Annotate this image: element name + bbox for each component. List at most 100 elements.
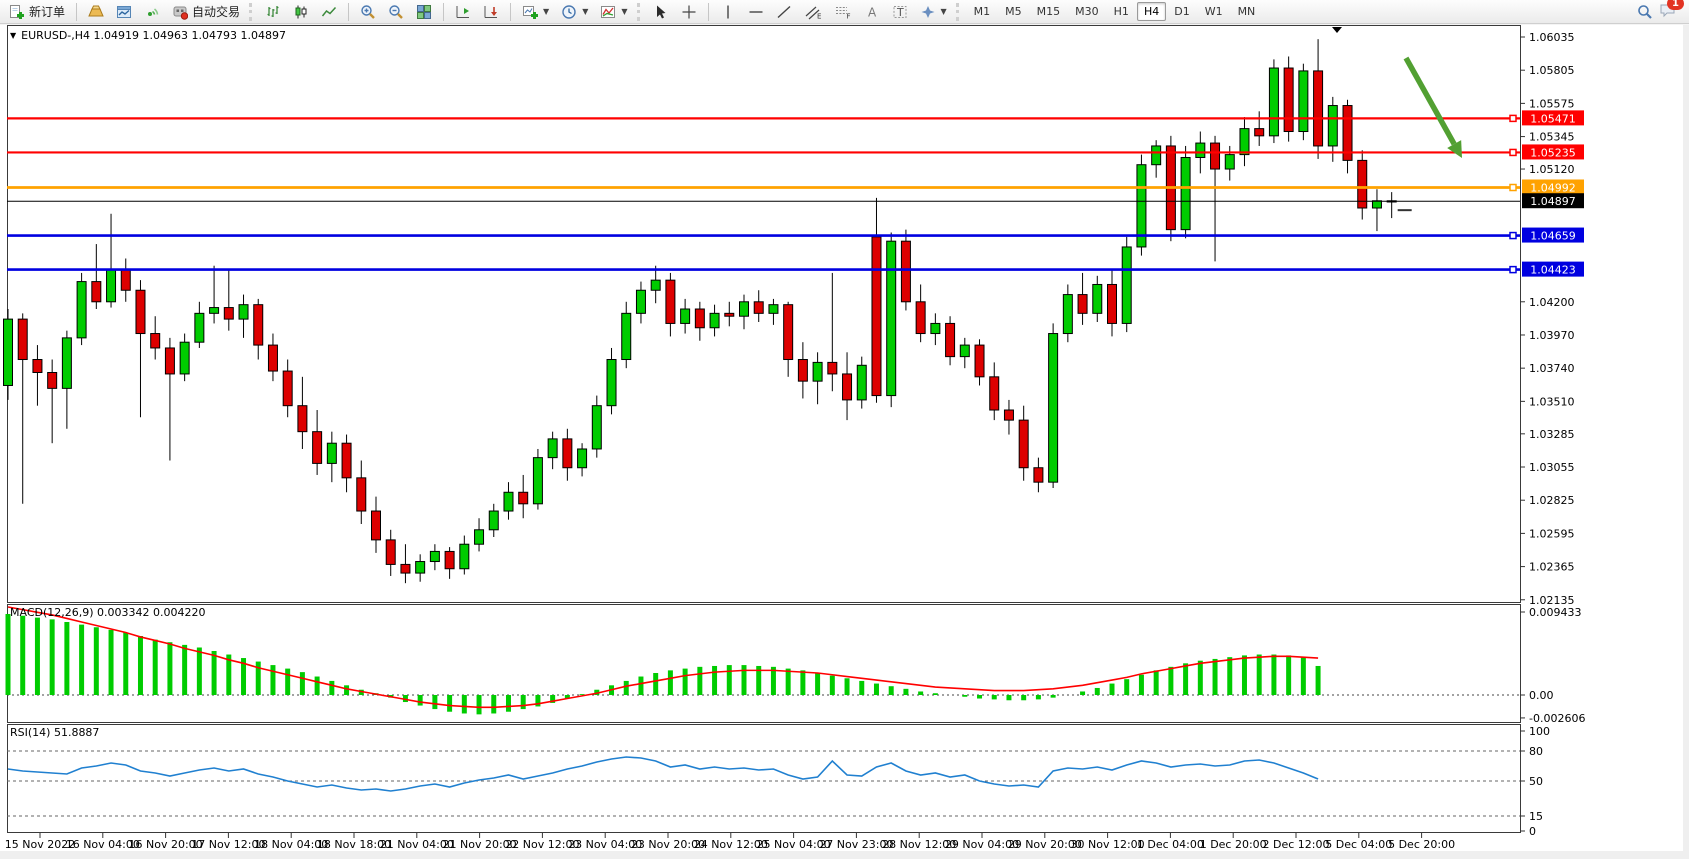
svg-text:50: 50 [1529, 775, 1543, 788]
zoom-in-icon [360, 4, 376, 20]
new-chart-dropdown[interactable]: ▼ [517, 1, 554, 23]
svg-text:1.05575: 1.05575 [1529, 97, 1575, 110]
svg-text:1 Dec 20:00: 1 Dec 20:00 [1200, 838, 1267, 851]
separator [348, 3, 349, 21]
vline-tool[interactable] [715, 1, 741, 23]
toolbar-right: 1 [1637, 2, 1685, 22]
svg-text:1.02595: 1.02595 [1529, 527, 1575, 540]
candlestick-button[interactable] [288, 1, 314, 23]
chevron-down-icon: ▼ [621, 7, 627, 16]
search-icon[interactable] [1637, 4, 1653, 20]
cursor-tool[interactable] [648, 1, 674, 23]
svg-text:1.03285: 1.03285 [1529, 428, 1575, 441]
timeframe-h4[interactable]: H4 [1137, 2, 1166, 21]
notification-badge: 1 [1667, 0, 1684, 10]
arrows-dropdown[interactable]: ▼ [915, 1, 952, 23]
equidistant-channel-icon: E [804, 4, 822, 20]
svg-text:80: 80 [1529, 745, 1543, 758]
gold-icon [88, 4, 104, 20]
svg-text:1.03970: 1.03970 [1529, 329, 1575, 342]
text-tool[interactable]: A [859, 1, 885, 23]
macd-indicator-label: MACD(12,26,9) 0.003342 0.004220 [10, 606, 206, 619]
new-order-button[interactable]: 新订单 [4, 1, 70, 23]
timeframe-m30[interactable]: M30 [1068, 2, 1106, 21]
svg-text:1.04423: 1.04423 [1530, 264, 1576, 277]
svg-text:1 Dec 04:00: 1 Dec 04:00 [1137, 838, 1204, 851]
tile-windows-button[interactable] [411, 1, 437, 23]
zoom-in-button[interactable] [355, 1, 381, 23]
autotrading-button[interactable]: 自动交易 [167, 1, 245, 23]
chart-canvas[interactable]: 1.060351.058051.055751.053451.051201.042… [0, 25, 1689, 859]
text-label-icon: T [892, 4, 908, 20]
svg-text:5 Dec 20:00: 5 Dec 20:00 [1388, 838, 1455, 851]
chart-window: 1.060351.058051.055751.053451.051201.042… [0, 25, 1689, 859]
timeframe-m1[interactable]: M1 [967, 2, 998, 21]
bar-chart-button[interactable] [260, 1, 286, 23]
svg-text:0.00: 0.00 [1529, 689, 1554, 702]
symbol-header-text: EURUSD-,H4 1.04919 1.04963 1.04793 1.048… [21, 29, 286, 42]
signal-icon [144, 4, 160, 20]
timeframe-m15[interactable]: M15 [1030, 2, 1068, 21]
autotrading-label: 自动交易 [192, 3, 240, 20]
svg-text:T: T [896, 6, 904, 19]
chart-window-button[interactable] [111, 1, 137, 23]
fibonacci-tool[interactable]: F [829, 1, 857, 23]
timeframe-h1[interactable]: H1 [1107, 2, 1136, 21]
hline-tool[interactable] [743, 1, 769, 23]
timeframe-m5[interactable]: M5 [998, 2, 1029, 21]
svg-text:F: F [846, 12, 850, 20]
timeframe-mn[interactable]: MN [1231, 2, 1263, 21]
crosshair-icon [681, 4, 697, 20]
tile-windows-icon [416, 4, 432, 20]
svg-text:1.04897: 1.04897 [1530, 195, 1576, 208]
svg-text:-0.002606: -0.002606 [1529, 712, 1585, 725]
svg-text:1.02365: 1.02365 [1529, 561, 1575, 574]
line-chart-icon [321, 4, 337, 20]
shapes-icon [920, 4, 936, 20]
svg-text:30 Nov 12:00: 30 Nov 12:00 [1071, 838, 1145, 851]
svg-text:1.05471: 1.05471 [1530, 112, 1576, 125]
toolbar-grip [249, 3, 256, 21]
notifications-button[interactable]: 1 [1659, 2, 1677, 22]
new-order-icon [9, 4, 25, 20]
separator [708, 3, 709, 21]
chevron-down-icon: ▼ [543, 7, 549, 16]
svg-text:0.009433: 0.009433 [1529, 606, 1582, 619]
svg-text:1.03740: 1.03740 [1529, 362, 1575, 375]
chart-window-icon [116, 4, 132, 20]
new-chart-icon [522, 4, 538, 20]
zoom-out-button[interactable] [383, 1, 409, 23]
svg-text:1.04992: 1.04992 [1530, 182, 1576, 195]
crosshair-tool[interactable] [676, 1, 702, 23]
periods-dropdown[interactable]: ▼ [556, 1, 593, 23]
line-chart-button[interactable] [316, 1, 342, 23]
cursor-icon [653, 4, 669, 20]
auto-scroll-icon [455, 4, 471, 20]
chevron-down-icon: ▼ [941, 7, 947, 16]
candlestick-icon [293, 4, 309, 20]
svg-text:2 Dec 12:00: 2 Dec 12:00 [1263, 838, 1330, 851]
symbol-dropdown-icon[interactable]: ▼ [10, 31, 16, 40]
zoom-out-icon [388, 4, 404, 20]
clock-icon [561, 4, 577, 20]
trendline-icon [776, 4, 792, 20]
auto-scroll-button[interactable] [450, 1, 476, 23]
channel-tool[interactable]: E [799, 1, 827, 23]
market-watch-button[interactable] [83, 1, 109, 23]
chart-shift-button[interactable] [478, 1, 504, 23]
svg-text:E: E [817, 12, 821, 20]
svg-text:15: 15 [1529, 810, 1543, 823]
timeframe-w1[interactable]: W1 [1198, 2, 1230, 21]
trendline-tool[interactable] [771, 1, 797, 23]
timeframe-d1[interactable]: D1 [1167, 2, 1196, 21]
signals-button[interactable] [139, 1, 165, 23]
horizontal-line-icon [748, 4, 764, 20]
indicators-dropdown[interactable]: ▼ [595, 1, 632, 23]
svg-text:1.02825: 1.02825 [1529, 494, 1575, 507]
svg-text:A: A [868, 5, 877, 19]
svg-text:15 Nov 2022: 15 Nov 2022 [5, 838, 75, 851]
svg-text:1.02135: 1.02135 [1529, 594, 1575, 607]
text-label-tool[interactable]: T [887, 1, 913, 23]
new-order-label: 新订单 [29, 3, 65, 20]
svg-text:5 Dec 04:00: 5 Dec 04:00 [1325, 838, 1392, 851]
